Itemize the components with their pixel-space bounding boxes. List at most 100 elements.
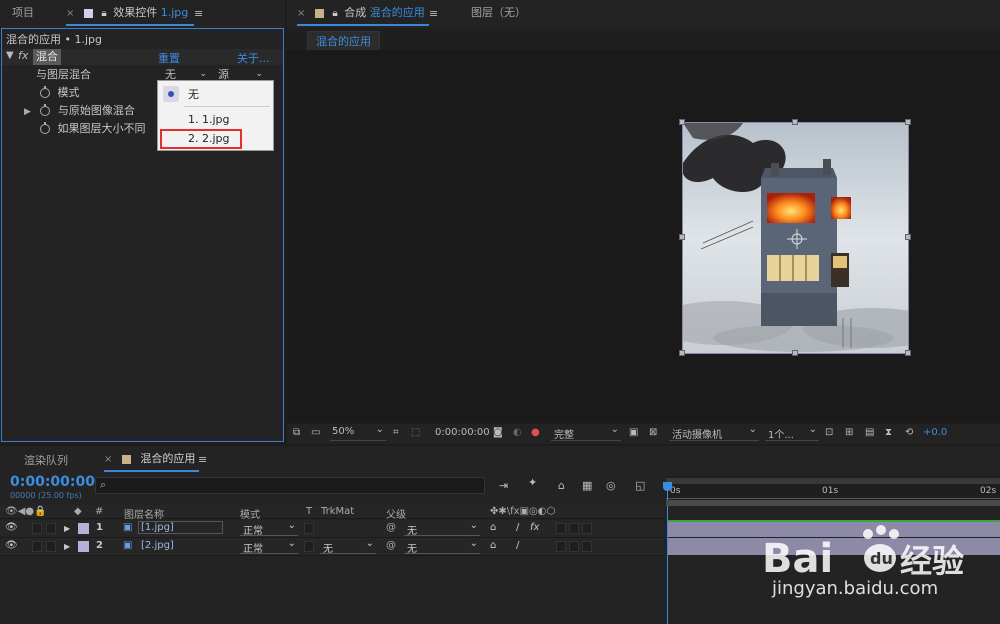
transform-handle[interactable] (905, 350, 911, 356)
fx-icon[interactable]: fx (18, 49, 28, 62)
col-parent[interactable]: 父级 (386, 506, 406, 521)
col-layer-name[interactable]: 图层名称 (124, 506, 164, 521)
visibility-eye-icon[interactable]: 👁 (5, 540, 18, 551)
3d-layer-switch[interactable] (582, 523, 592, 534)
layer-row-2[interactable]: 👁 ▶ 2 ▣ [2.jpg] 正常 ⌄ 无 ⌄ @ 无 ⌄ ⌂ / (0, 538, 664, 556)
panel-menu-icon[interactable]: ≡ (429, 7, 438, 20)
label-color-swatch[interactable] (78, 523, 89, 534)
frame-blend-switch[interactable] (556, 523, 566, 534)
col-mode[interactable]: 模式 (240, 506, 260, 521)
always-preview-icon[interactable]: ⧉ (293, 427, 300, 438)
tab-project[interactable]: 项目 (12, 0, 34, 26)
show-snapshot-icon[interactable]: ◐ (513, 427, 522, 438)
transparency-grid-icon[interactable]: ⊠ (649, 427, 657, 438)
pickwhip-icon[interactable]: @ (386, 522, 396, 533)
motion-blur-icon[interactable]: ◎ (606, 479, 616, 492)
snapshot-icon[interactable]: ◙ (493, 427, 503, 438)
mode-select[interactable]: 正常 ⌄ (240, 520, 298, 537)
stopwatch-icon[interactable] (40, 86, 50, 98)
fx-switch[interactable]: fx (530, 522, 539, 533)
close-icon[interactable]: × (104, 454, 112, 465)
lock-switch[interactable] (46, 541, 56, 552)
stopwatch-icon[interactable] (40, 122, 50, 134)
tab-layer[interactable]: 图层（无） (471, 0, 526, 26)
timeline-search-input[interactable]: ⌕ (95, 477, 485, 494)
expand-triangle-icon[interactable]: ▶ (64, 542, 70, 551)
mode-select[interactable]: 正常 ⌄ (240, 538, 298, 555)
work-area-bar[interactable] (666, 500, 1000, 506)
reset-exposure-icon[interactable]: ⟲ (905, 427, 913, 438)
transform-handle[interactable] (792, 350, 798, 356)
panel-menu-icon[interactable]: ≡ (194, 7, 203, 20)
transform-handle[interactable] (679, 350, 685, 356)
exposure-value[interactable]: +0.0 (923, 427, 947, 438)
stopwatch-icon[interactable] (40, 104, 51, 116)
tab-render-queue[interactable]: 渲染队列 (24, 448, 68, 474)
visibility-eye-icon[interactable]: 👁 (5, 522, 18, 533)
expand-triangle-icon[interactable]: ▶ (24, 107, 31, 117)
label-color-swatch[interactable] (78, 541, 89, 552)
quality-switch[interactable]: / (516, 522, 519, 533)
tab-timeline-comp[interactable]: × 混合的应用 (104, 446, 200, 472)
about-link[interactable]: 关于... (237, 50, 270, 66)
lock-switch[interactable] (46, 523, 56, 534)
menu-item-layer-2[interactable]: 2. 2.jpg (188, 132, 230, 145)
flowchart-icon[interactable]: ⧗ (885, 427, 892, 438)
frame-blend-switch[interactable] (556, 541, 566, 552)
comp-breadcrumb[interactable]: 混合的应用 (307, 31, 380, 51)
comp-mini-flowchart-icon[interactable]: ⇥ (499, 479, 508, 492)
reset-link[interactable]: 重置 (158, 50, 180, 66)
resolution-select[interactable]: 完整 ⌄ (551, 424, 621, 441)
3d-layer-switch[interactable] (582, 541, 592, 552)
lock-icon[interactable]: 🔒︎ (332, 1, 337, 27)
motion-blur-switch[interactable] (569, 541, 579, 552)
timeline-timecode[interactable]: 0:00:00:00 (10, 474, 95, 490)
region-of-interest-icon[interactable]: ▣ (629, 427, 638, 438)
menu-item-layer-1[interactable]: 1. 1.jpg (188, 113, 230, 126)
parent-select[interactable]: 无 ⌄ (404, 538, 480, 555)
tab-effect-controls[interactable]: × 🔒︎ 效果控件 1.jpg (66, 0, 195, 27)
quality-switch[interactable]: / (516, 540, 519, 551)
audio-switch[interactable] (32, 541, 42, 552)
layer-name[interactable]: [1.jpg] (138, 521, 223, 534)
monitor-icon[interactable]: ▭ (311, 427, 320, 438)
preserve-transparency-switch[interactable] (304, 541, 314, 552)
transform-handle[interactable] (679, 119, 685, 125)
col-trkmat[interactable]: TrkMat (321, 506, 354, 519)
transform-handle[interactable] (905, 234, 911, 240)
pickwhip-icon[interactable]: @ (386, 540, 396, 551)
timeline-icon[interactable]: ▤ (865, 427, 874, 438)
hide-shy-layers-icon[interactable]: ⌂ (558, 479, 565, 492)
layer-row-1[interactable]: 👁 ▶ 1 ▣ [1.jpg] 正常 ⌄ @ 无 ⌄ ⌂ / fx (0, 520, 664, 538)
mask-visibility-icon[interactable]: ⬚ (411, 427, 420, 438)
layer-name[interactable]: [2.jpg] (141, 540, 174, 551)
trkmat-select[interactable]: 无 ⌄ (320, 538, 376, 555)
transform-handle[interactable] (679, 234, 685, 240)
parent-select[interactable]: 无 ⌄ (404, 520, 480, 537)
audio-switch[interactable] (32, 523, 42, 534)
zoom-select[interactable]: 50% ⌄ (330, 424, 386, 441)
draft-3d-icon[interactable]: ✦ (528, 476, 537, 489)
frame-blending-icon[interactable]: ▦ (582, 479, 592, 492)
expand-triangle-icon[interactable]: ▶ (64, 524, 70, 533)
tab-composition[interactable]: × 🔒︎ 合成 混合的应用 (297, 0, 429, 26)
graph-editor-icon[interactable]: ◱ (635, 479, 645, 492)
comp-layer-image[interactable] (682, 122, 909, 354)
lock-icon[interactable]: 🔒︎ (101, 1, 106, 27)
camera-select[interactable]: 活动摄像机 ⌄ (669, 424, 759, 441)
motion-blur-switch[interactable] (569, 523, 579, 534)
close-icon[interactable]: × (66, 8, 74, 19)
preserve-transparency-switch[interactable] (304, 523, 314, 534)
shy-switch[interactable]: ⌂ (490, 522, 496, 533)
transform-handle[interactable] (905, 119, 911, 125)
panel-menu-icon[interactable]: ≡ (198, 453, 207, 466)
current-time-display[interactable]: 0:00:00:00 (435, 427, 490, 438)
effect-name[interactable]: 混合 (33, 49, 61, 65)
shy-switch[interactable]: ⌂ (490, 540, 496, 551)
views-select[interactable]: 1个... ⌄ (765, 424, 819, 441)
grid-guides-icon[interactable]: ⌗ (393, 427, 399, 438)
fast-preview-icon[interactable]: ⊞ (845, 427, 853, 438)
toggle-pixel-aspect-icon[interactable]: ⊡ (825, 427, 833, 438)
color-channels-icon[interactable]: ● (531, 427, 540, 438)
transform-handle[interactable] (792, 119, 798, 125)
